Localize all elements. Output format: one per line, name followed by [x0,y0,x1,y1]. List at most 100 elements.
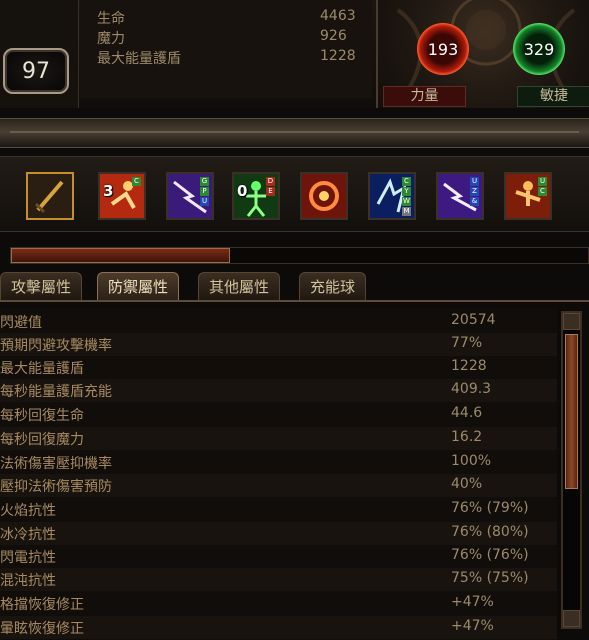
gem-socket: D [266,177,275,186]
row-value: +47% [451,594,494,610]
gem-links: U Z & [470,177,479,207]
decorative-band [0,118,589,148]
row-value: +47% [451,618,494,634]
level-value: 97 [22,58,50,84]
skill-count: 3 [103,182,114,200]
gem-socket: C [538,187,547,196]
skill-slot-weapon[interactable] [26,172,74,220]
skill-slot-7[interactable]: U Z & [436,172,484,220]
gem-socket: U [470,177,479,186]
row-label: 每秒回復魔力 [0,432,84,448]
skill-scrollbar-thumb[interactable] [11,248,230,263]
row-label: 混沌抗性 [0,573,56,589]
row-value: 100% [451,453,492,469]
list-item: 混沌抗性 75% (75%) [0,568,557,591]
tab-charges[interactable]: 充能球 [299,272,367,301]
skill-slot-8[interactable]: U C [504,172,552,220]
skill-slot-6[interactable]: C Y W M [368,172,416,220]
skill-slot-4[interactable]: 0 D E [232,172,280,220]
skill-count: 0 [237,182,248,200]
skill-slot-2[interactable]: 3 C [98,172,146,220]
level-badge: 97 [3,48,69,94]
tab-offense[interactable]: 攻擊屬性 [0,272,83,301]
tab-divider [0,300,589,302]
decorative-divider [10,131,579,133]
row-label: 預期閃避攻擊機率 [0,338,112,354]
stat-life: 生命 4463 [97,8,357,28]
stat-label: 魔力 [97,31,125,47]
stat-mana: 魔力 926 [97,28,357,48]
list-item: 暈眩恢復修正 +47% [0,616,557,639]
list-item: 預期閃避攻擊機率 77% [0,333,557,356]
skill-bar [0,156,589,232]
row-label: 閃避值 [0,315,42,331]
gem-socket: & [470,197,479,206]
stat-value: 1228 [320,48,356,64]
gem-socket: C [402,177,411,186]
list-item: 最大能量護盾 1228 [0,356,557,379]
tab-defense[interactable]: 防禦屬性 [97,272,180,301]
stat-list-scroll-thumb[interactable] [565,334,578,489]
scroll-up-button[interactable] [563,313,580,330]
gem-links: D E [266,177,275,197]
dexterity-orb[interactable]: 329 [513,23,565,75]
row-value: 77% [451,335,483,351]
gem-links: C [132,177,141,187]
gem-socket: U [538,177,547,186]
row-label: 暈眩恢復修正 [0,621,84,637]
gem-socket: M [402,207,411,216]
list-item: 每秒回復魔力 16.2 [0,427,557,450]
summary-stats: 生命 4463 魔力 926 最大能量護盾 1228 [80,0,372,98]
row-value: 76% (79%) [451,500,529,516]
row-value: 16.2 [451,429,483,445]
row-label: 火焰抗性 [0,503,56,519]
row-label: 最大能量護盾 [0,361,84,377]
gem-socket: Z [470,187,479,196]
dexterity-label: 敏捷 [517,86,589,107]
row-value: 44.6 [451,405,483,421]
row-label: 每秒回復生命 [0,408,84,424]
strength-label: 力量 [383,86,466,107]
gem-links: G P U [200,177,209,207]
gem-socket: E [266,187,275,196]
gem-links: U C [538,177,547,197]
list-item: 冰冷抗性 76% (80%) [0,522,557,545]
list-item: 壓抑法術傷害預防 40% [0,474,557,497]
gem-socket: U [200,197,209,206]
stat-value: 926 [320,28,347,44]
gem-socket: P [200,187,209,196]
strength-orb[interactable]: 193 [417,23,469,75]
weapon-sword-icon [28,174,72,218]
scroll-down-button[interactable] [563,610,580,627]
row-value: 76% (80%) [451,524,529,540]
gem-socket: Y [402,187,411,196]
gem-links: C Y W M [402,177,411,217]
tab-misc[interactable]: 其他屬性 [198,272,281,301]
row-value: 75% (75%) [451,570,529,586]
row-value: 40% [451,476,483,492]
row-label: 格擋恢復修正 [0,597,84,613]
row-value: 20574 [451,312,496,328]
row-value: 76% (76%) [451,547,529,563]
list-item: 火焰抗性 76% (79%) [0,498,557,521]
skill-slot-3[interactable]: G P U [166,172,214,220]
defense-stat-list: 閃避值 20574 預期閃避攻擊機率 77% 最大能量護盾 1228 每秒能量護盾充能… [0,308,557,640]
stat-energy-shield: 最大能量護盾 1228 [97,48,357,68]
stat-value: 4463 [320,8,356,24]
row-label: 法術傷害壓抑機率 [0,456,112,472]
stat-label: 最大能量護盾 [97,51,181,67]
row-label: 閃電抗性 [0,550,56,566]
list-item: 每秒能量護盾充能 409.3 [0,379,557,402]
row-value: 1228 [451,358,487,374]
row-label: 壓抑法術傷害預防 [0,479,112,495]
gem-socket: G [200,177,209,186]
row-label: 冰冷抗性 [0,527,56,543]
gem-socket: C [132,177,141,186]
dexterity-value: 329 [523,39,555,59]
skill-slot-5[interactable] [300,172,348,220]
stat-label: 生命 [97,11,125,27]
list-item: 格擋恢復修正 +47% [0,592,557,615]
row-value: 409.3 [451,381,492,397]
skill-swirl-icon [302,174,346,218]
list-item: 閃避值 20574 [0,310,557,333]
